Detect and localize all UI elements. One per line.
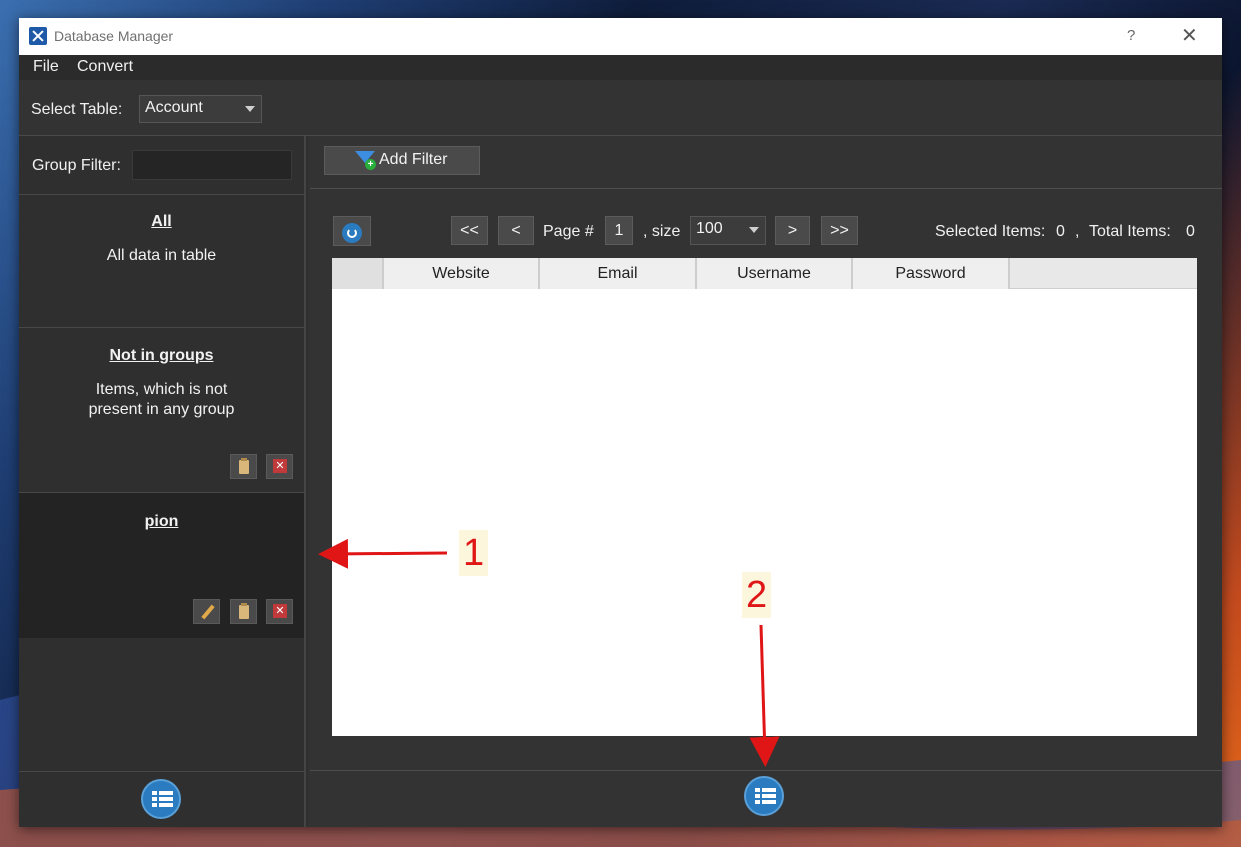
- page-label: Page #: [543, 223, 594, 240]
- size-label: , size: [643, 223, 681, 240]
- table-toolbar: Select Table: Account: [19, 80, 1222, 136]
- total-items-label: Total Items:: [1089, 223, 1171, 240]
- group-card-all[interactable]: All All data in table: [19, 194, 304, 327]
- database-manager-window: Database Manager ? ✕ File Convert Select…: [19, 18, 1222, 827]
- add-filter-button[interactable]: + Add Filter: [324, 146, 480, 175]
- plus-icon: +: [365, 159, 376, 170]
- column-header-password[interactable]: Password: [853, 258, 1010, 289]
- group-filter-label: Group Filter:: [32, 157, 121, 174]
- total-items-count: 0: [1186, 223, 1195, 240]
- menu-convert[interactable]: Convert: [77, 58, 133, 76]
- select-table-label: Select Table:: [31, 101, 123, 118]
- chevron-down-icon: [245, 106, 255, 112]
- copy-group-button[interactable]: [230, 599, 257, 624]
- group-card-not-in-groups[interactable]: Not in groups Items, which is not presen…: [19, 327, 304, 492]
- group-title: All: [151, 213, 172, 230]
- edit-group-button[interactable]: [193, 599, 220, 624]
- app-logo-icon: [29, 27, 47, 45]
- last-page-button[interactable]: >>: [821, 216, 858, 245]
- next-page-button[interactable]: >: [775, 216, 810, 245]
- prev-page-button[interactable]: <: [498, 216, 534, 245]
- menu-bar: File Convert: [19, 55, 1222, 80]
- refresh-icon: [342, 223, 362, 243]
- table-select-dropdown[interactable]: Account: [139, 95, 262, 123]
- annotation-label-2: 2: [742, 572, 772, 618]
- group-list-menu-button[interactable]: [141, 779, 181, 819]
- table-list-menu-button[interactable]: [744, 776, 784, 816]
- chevron-down-icon: [749, 227, 759, 233]
- groups-panel: Group Filter: All All data in table Not …: [19, 136, 306, 827]
- delete-group-button[interactable]: [266, 454, 293, 479]
- close-button[interactable]: ✕: [1181, 23, 1201, 48]
- selected-items-label: Selected Items:: [935, 223, 1046, 240]
- page-number-input[interactable]: 1: [605, 216, 633, 245]
- selected-items-count: 0: [1056, 223, 1065, 240]
- column-header-website[interactable]: Website: [384, 258, 540, 289]
- data-panel: + Add Filter << < Page # 1 , size 100 > …: [308, 136, 1222, 827]
- divider: [310, 770, 1222, 771]
- copy-group-button[interactable]: [230, 454, 257, 479]
- groups-footer: [19, 771, 304, 827]
- page-size-value: 100: [696, 220, 723, 237]
- title-bar: Database Manager ? ✕: [19, 18, 1222, 55]
- group-title: pion: [144, 513, 179, 530]
- help-button[interactable]: ?: [1127, 27, 1141, 44]
- group-title: Not in groups: [109, 347, 214, 364]
- divider: [310, 188, 1222, 189]
- first-page-button[interactable]: <<: [451, 216, 488, 245]
- window-title: Database Manager: [54, 28, 174, 44]
- group-filter-input[interactable]: [132, 150, 292, 180]
- table-select-value: Account: [145, 99, 203, 116]
- select-all-corner[interactable]: [332, 258, 384, 289]
- column-header-username[interactable]: Username: [697, 258, 853, 289]
- page-size-dropdown[interactable]: 100: [690, 216, 766, 245]
- data-table[interactable]: Website Email Username Password: [332, 258, 1197, 736]
- group-card-pion[interactable]: pion: [19, 492, 304, 638]
- table-header: Website Email Username Password: [332, 258, 1197, 289]
- column-header-email[interactable]: Email: [540, 258, 697, 289]
- delete-group-button[interactable]: [266, 599, 293, 624]
- add-filter-label: Add Filter: [379, 151, 448, 168]
- menu-file[interactable]: File: [33, 58, 59, 76]
- group-description: All data in table: [106, 247, 217, 264]
- group-description-line2: present in any group: [88, 401, 235, 418]
- group-description-line1: Items, which is not: [95, 381, 228, 398]
- refresh-button[interactable]: [333, 216, 371, 246]
- stats-separator: ,: [1075, 223, 1080, 240]
- annotation-label-1: 1: [459, 530, 489, 576]
